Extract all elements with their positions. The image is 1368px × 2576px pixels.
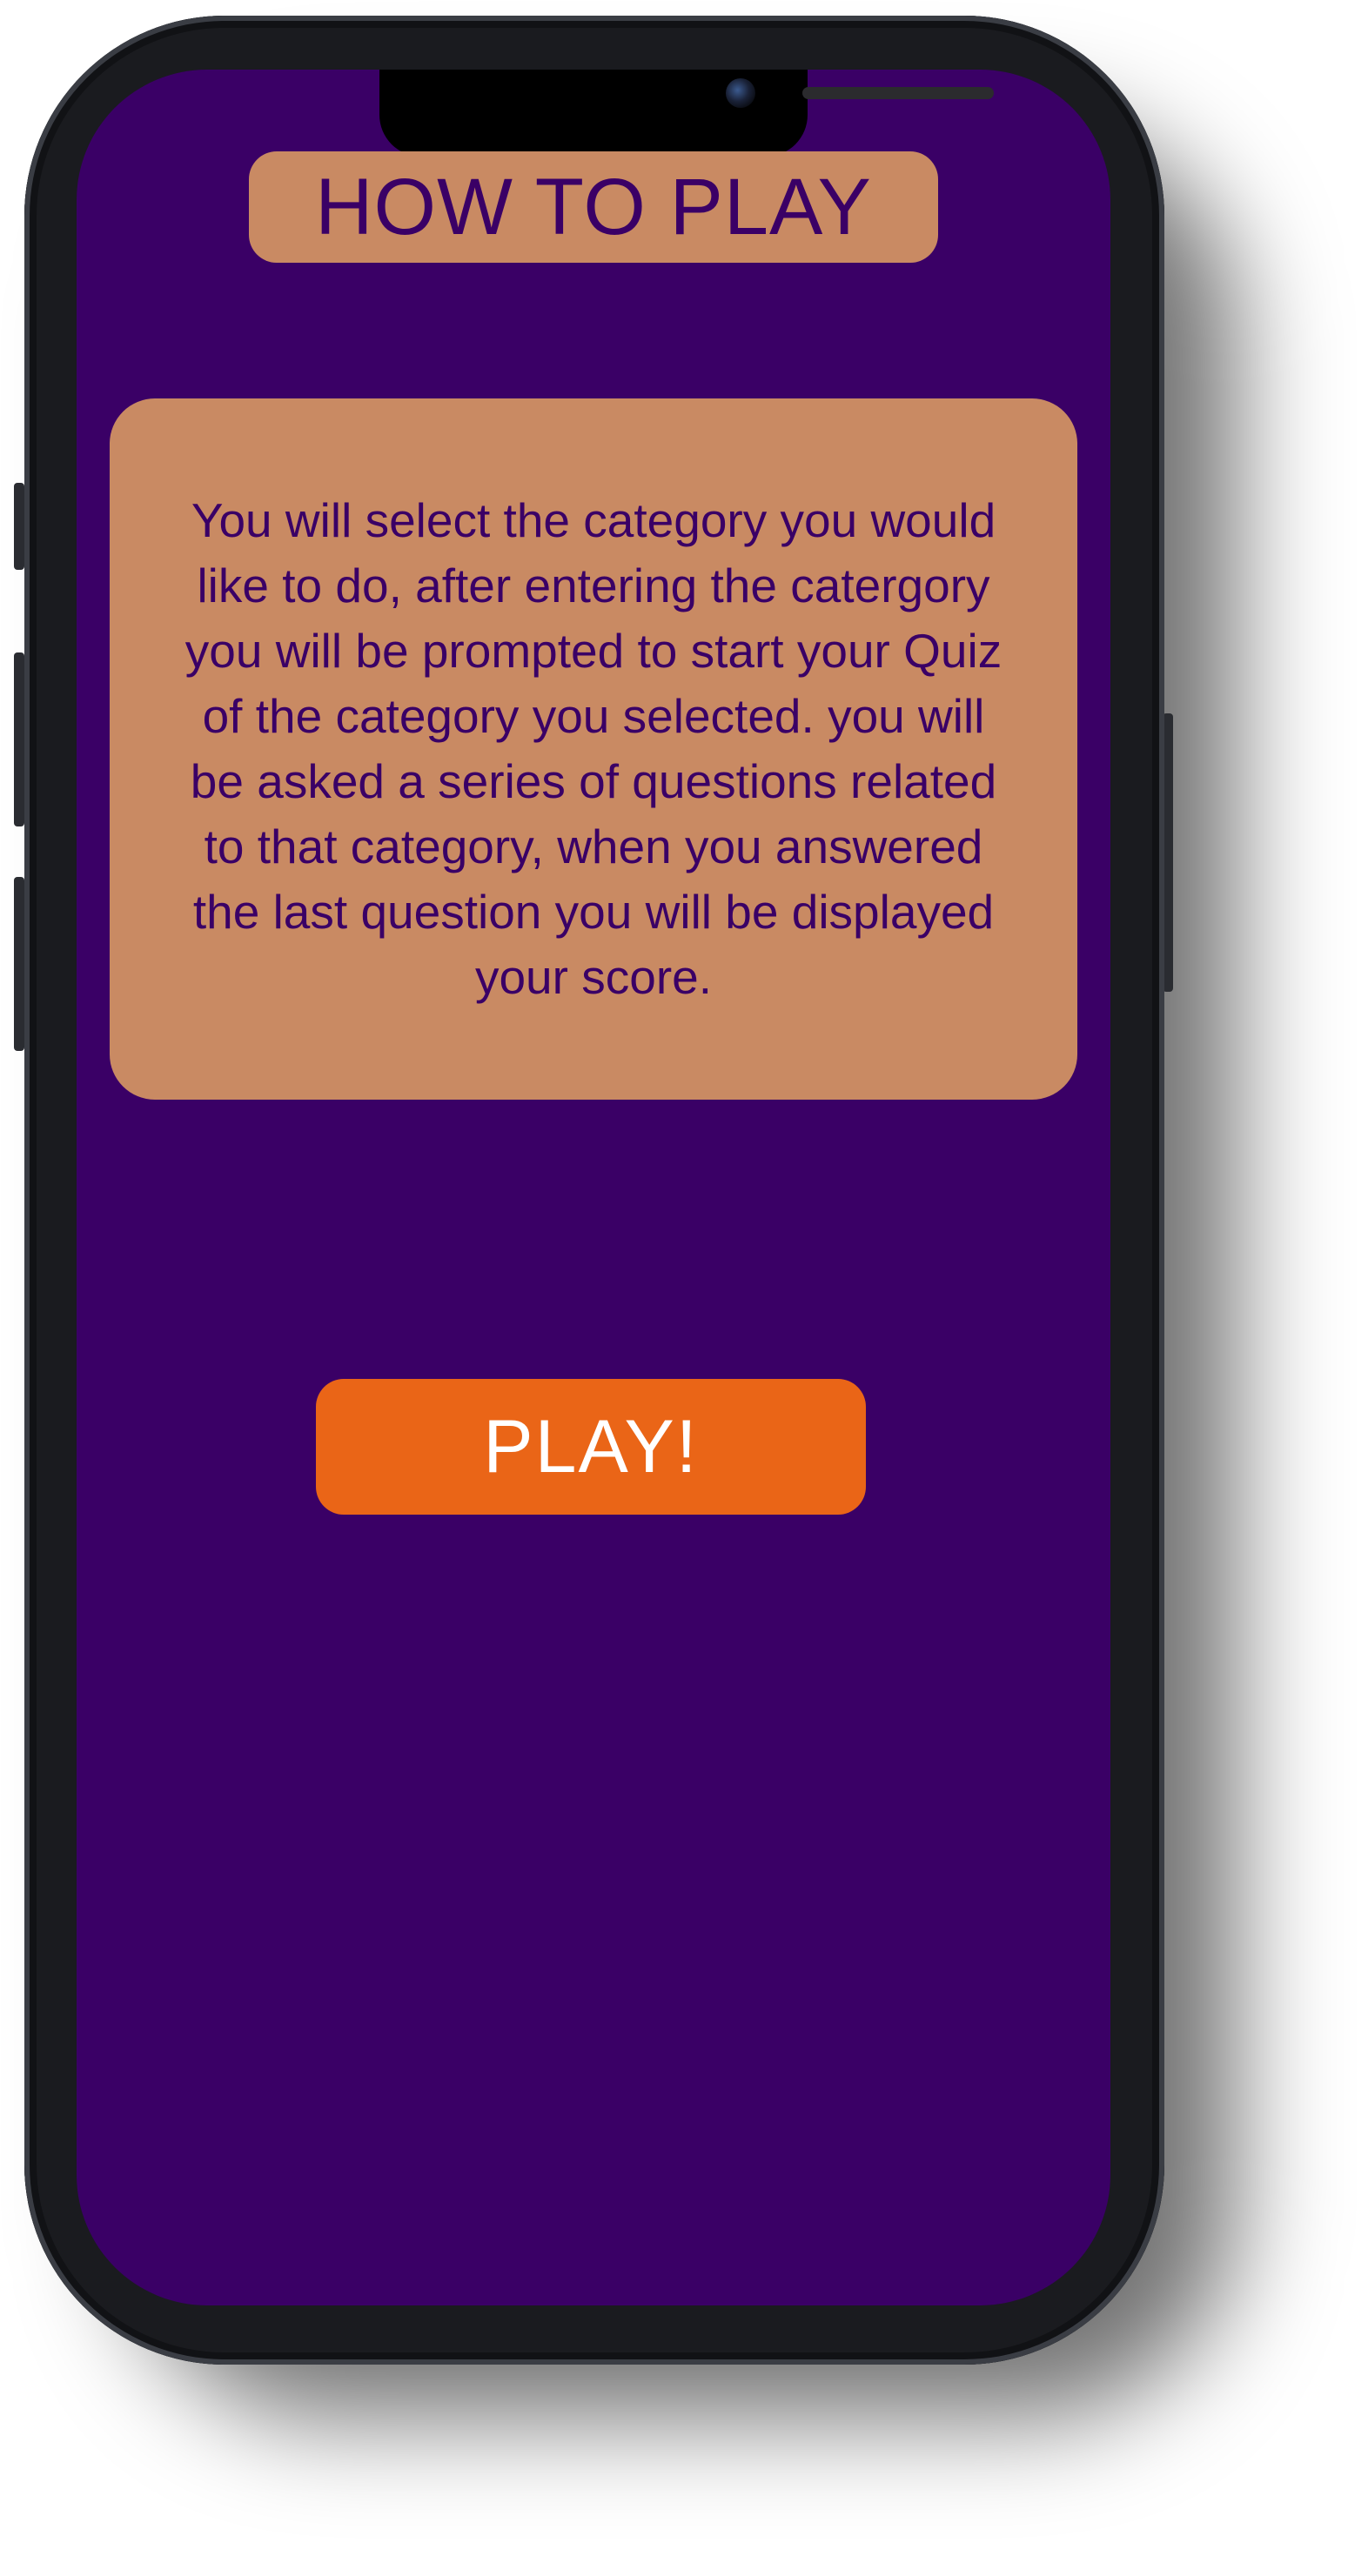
page-title-banner: HOW TO PLAY xyxy=(249,151,938,263)
instructions-card: You will select the category you would l… xyxy=(110,398,1077,1100)
page-title: HOW TO PLAY xyxy=(315,162,872,251)
volume-up-button xyxy=(14,652,24,826)
app-screen: HOW TO PLAY You will select the category… xyxy=(77,70,1110,2305)
silent-switch xyxy=(14,483,24,570)
mockup-stage: HOW TO PLAY You will select the category… xyxy=(0,0,1368,2576)
notch xyxy=(379,70,994,157)
play-button[interactable]: PLAY! xyxy=(316,1379,866,1515)
volume-down-button xyxy=(14,877,24,1051)
instructions-text: You will select the category you would l… xyxy=(184,493,1003,1004)
play-button-label: PLAY! xyxy=(483,1404,699,1489)
speaker-grille xyxy=(802,87,994,99)
camera-icon xyxy=(726,78,755,108)
